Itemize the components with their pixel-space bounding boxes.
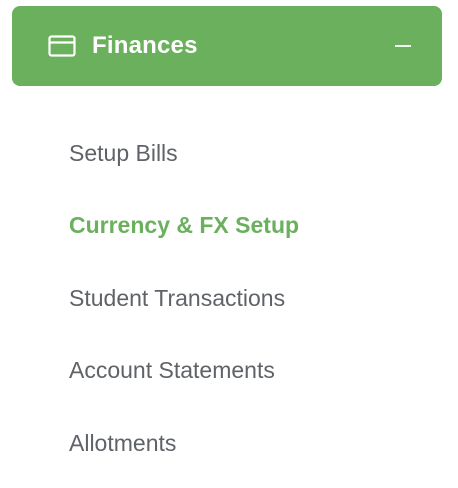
- minus-icon[interactable]: [394, 37, 412, 55]
- finances-section-header[interactable]: Finances: [12, 6, 442, 86]
- section-title: Finances: [92, 32, 198, 59]
- submenu-item-currency-fx-setup[interactable]: Currency & FX Setup: [69, 212, 299, 239]
- submenu-item-setup-bills[interactable]: Setup Bills: [69, 140, 178, 167]
- submenu-item-account-statements[interactable]: Account Statements: [69, 357, 275, 384]
- submenu-item-allotments[interactable]: Allotments: [69, 430, 176, 457]
- finances-nav-section: Finances: [12, 6, 442, 86]
- credit-card-icon: [48, 35, 76, 57]
- submenu-item-student-transactions[interactable]: Student Transactions: [69, 285, 285, 312]
